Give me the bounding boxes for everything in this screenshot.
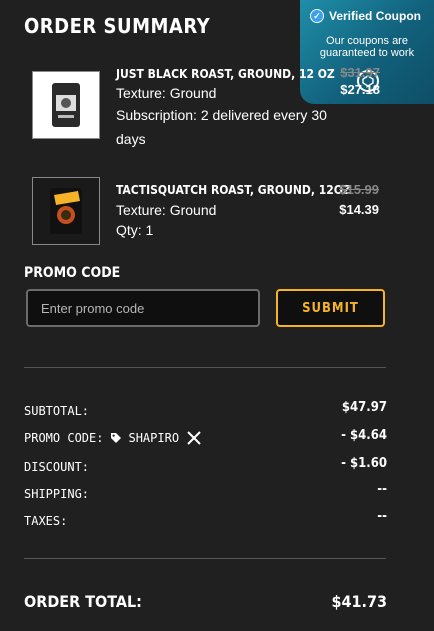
promo-code-label: PROMO CODE bbox=[24, 265, 121, 281]
discount-label: DISCOUNT: bbox=[24, 460, 90, 474]
promo-code-input[interactable] bbox=[26, 289, 260, 327]
item-sale-price: $14.39 bbox=[339, 202, 379, 217]
taxes-value: -- bbox=[377, 509, 387, 524]
order-summary-title: ORDER SUMMARY bbox=[24, 14, 211, 38]
order-total-label: ORDER TOTAL: bbox=[24, 592, 142, 611]
item-original-price: $15.99 bbox=[339, 182, 379, 197]
discount-value: - $1.60 bbox=[341, 456, 387, 471]
cart-item bbox=[32, 177, 100, 245]
subtotal-value: $47.97 bbox=[341, 400, 387, 415]
cart-item bbox=[32, 71, 100, 139]
shipping-label: SHIPPING: bbox=[24, 487, 90, 501]
product-image bbox=[32, 177, 100, 245]
item-texture: Texture: Ground bbox=[116, 85, 217, 101]
item-subscription: Subscription: 2 delivered every 30 days bbox=[116, 107, 327, 147]
divider bbox=[24, 367, 386, 368]
subtotal-label: SUBTOTAL: bbox=[24, 404, 90, 418]
item-original-price: $31.97 bbox=[340, 65, 380, 80]
item-texture: Texture: Ground bbox=[116, 202, 217, 218]
order-total-value: $41.73 bbox=[331, 592, 387, 611]
item-sale-price: $27.18 bbox=[340, 82, 380, 97]
coupon-heading-row: ✓ Verified Coupon bbox=[310, 9, 421, 23]
item-quantity: Qty: 1 bbox=[116, 222, 154, 238]
verified-check-icon: ✓ bbox=[310, 9, 324, 23]
item-name: JUST BLACK ROAST, GROUND, 12 OZ bbox=[116, 67, 335, 81]
coupon-body-text: Our coupons are guaranteed to work bbox=[319, 35, 415, 59]
item-name: TACTISQUATCH ROAST, GROUND, 12OZ bbox=[116, 183, 351, 197]
taxes-label: TAXES: bbox=[24, 514, 68, 528]
submit-promo-button[interactable]: SUBMIT bbox=[276, 289, 385, 327]
promo-code-row-label: PROMO CODE: bbox=[24, 431, 104, 445]
product-image bbox=[32, 71, 100, 139]
applied-promo-code: SHAPIRO bbox=[128, 431, 180, 445]
promo-code-row: PROMO CODE: SHAPIRO bbox=[24, 431, 201, 445]
remove-promo-close-icon[interactable] bbox=[187, 431, 201, 445]
shipping-value: -- bbox=[377, 482, 387, 497]
divider bbox=[24, 558, 386, 559]
coupon-heading: Verified Coupon bbox=[329, 9, 422, 23]
promo-discount-value: - $4.64 bbox=[341, 428, 387, 443]
tag-icon bbox=[110, 432, 122, 444]
